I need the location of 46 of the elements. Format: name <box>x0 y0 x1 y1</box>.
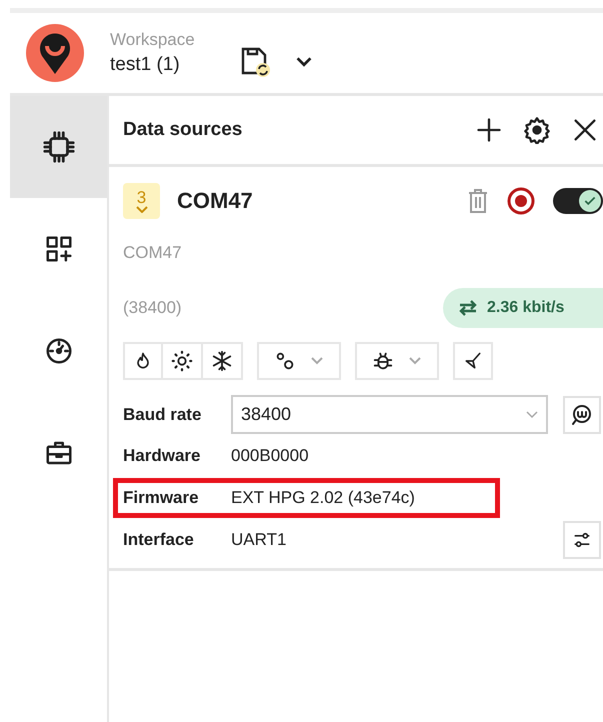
field-value: EXT HPG 2.02 (43e74c) <box>231 488 415 508</box>
field-label: Interface <box>123 530 195 550</box>
caret-icon <box>408 356 422 366</box>
debug-dropdown[interactable] <box>355 342 439 380</box>
field-label: Firmware <box>123 488 200 508</box>
snowflake-button[interactable] <box>203 342 243 380</box>
apps-add-icon <box>44 234 74 264</box>
sun-icon <box>171 350 193 372</box>
workspace-label: Workspace <box>110 30 195 50</box>
check-icon <box>583 194 597 208</box>
gears-icon <box>274 350 296 372</box>
baud-rate-select[interactable]: 38400 <box>231 395 548 434</box>
sidebar-item[interactable] <box>10 96 107 198</box>
snowflake-icon <box>211 350 233 372</box>
chip-icon <box>42 130 76 164</box>
enable-toggle[interactable] <box>553 188 603 214</box>
panel-title: Data sources <box>123 119 244 141</box>
field-label: Baud rate <box>123 404 202 424</box>
baud-hint: (38400) <box>123 298 182 318</box>
gears-dropdown[interactable] <box>257 342 341 380</box>
detect-baud-button[interactable] <box>563 396 601 434</box>
caret-icon <box>310 356 324 366</box>
settings-button[interactable] <box>523 116 551 144</box>
workspace-name: test1 (1) <box>110 54 181 76</box>
auto-detect-icon <box>570 402 594 426</box>
gear-icon <box>523 116 551 144</box>
record-button[interactable] <box>507 187 535 215</box>
bug-icon <box>372 350 394 372</box>
logo-icon <box>26 24 84 82</box>
field-label: Hardware <box>123 446 202 466</box>
field-value: UART1 <box>231 530 286 550</box>
clear-button[interactable] <box>453 342 493 380</box>
plus-icon <box>475 116 503 144</box>
source-name: COM47 <box>177 188 254 214</box>
field-value: 000B0000 <box>231 446 309 466</box>
gauge-icon <box>44 336 74 366</box>
interface-settings-button[interactable] <box>563 521 601 559</box>
sliders-icon <box>572 530 592 550</box>
sun-button[interactable] <box>163 342 203 380</box>
add-button[interactable] <box>475 116 503 144</box>
flame-button[interactable] <box>123 342 163 380</box>
port-name: COM47 <box>123 243 182 263</box>
data-rate-badge: 2.36 kbit/s <box>443 288 603 328</box>
delete-button[interactable] <box>467 188 489 214</box>
caret-icon <box>526 410 538 418</box>
broom-icon <box>463 351 483 371</box>
